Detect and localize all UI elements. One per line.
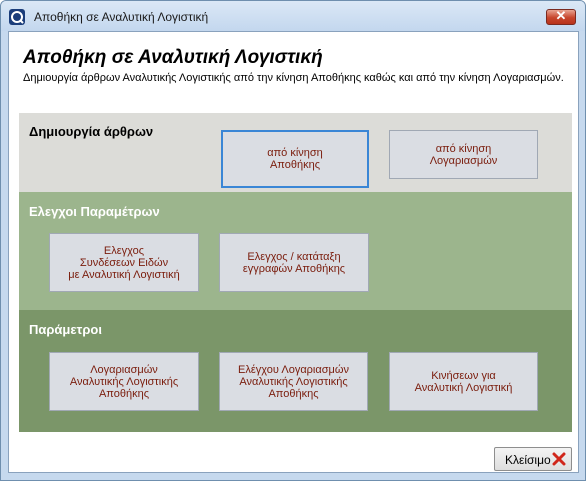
section-create-entries: Δημιουργία άρθρων από κίνηση Αποθήκης απ… bbox=[19, 113, 572, 192]
window-close-button[interactable]: ✕ bbox=[546, 8, 576, 25]
close-button[interactable]: Κλείσιμο bbox=[494, 447, 572, 471]
movements-parameters-button[interactable]: Κινήσεων για Αναλυτική Λογιστική bbox=[389, 352, 538, 411]
section-label: Ελεγχοι Παραμέτρων bbox=[29, 204, 160, 219]
window-title: Αποθήκη σε Αναλυτική Λογιστική bbox=[34, 10, 209, 24]
close-x-icon bbox=[552, 452, 566, 466]
check-classify-warehouse-entries-button[interactable]: Ελεγχος / κατάταξη εγγραφών Αποθήκης bbox=[219, 233, 369, 292]
check-item-links-button[interactable]: Ελεγχος Συνδέσεων Ειδών με Αναλυτική Λογ… bbox=[49, 233, 199, 292]
account-checks-parameters-button[interactable]: Ελέγχου Λογαριασμών Αναλυτικής Λογιστική… bbox=[219, 352, 368, 411]
section-parameters: Παράμετροι Λογαριασμών Αναλυτικής Λογιστ… bbox=[19, 310, 572, 432]
app-logo-icon bbox=[9, 9, 25, 25]
accounts-parameters-button[interactable]: Λογαριασμών Αναλυτικής Λογιστικής Αποθήκ… bbox=[49, 352, 199, 411]
from-warehouse-movement-button[interactable]: από κίνηση Αποθήκης bbox=[221, 130, 369, 188]
title-bar[interactable]: Αποθήκη σε Αναλυτική Λογιστική ✕ bbox=[1, 1, 585, 31]
section-label: Παράμετροι bbox=[29, 322, 102, 337]
section-label: Δημιουργία άρθρων bbox=[29, 124, 154, 139]
page-description: Δημιουργία άρθρων Αναλυτικής Λογιστικής … bbox=[23, 72, 564, 84]
close-button-label: Κλείσιμο bbox=[505, 453, 551, 467]
from-accounts-movement-button[interactable]: από κίνηση Λογαριασμών bbox=[389, 130, 538, 179]
dialog-window: Αποθήκη σε Αναλυτική Λογιστική ✕ Αποθήκη… bbox=[0, 0, 586, 481]
close-icon: ✕ bbox=[555, 8, 567, 23]
page-title: Αποθήκη σε Αναλυτική Λογιστική bbox=[23, 47, 323, 68]
section-parameter-checks: Ελεγχοι Παραμέτρων Ελεγχος Συνδέσεων Ειδ… bbox=[19, 192, 572, 310]
